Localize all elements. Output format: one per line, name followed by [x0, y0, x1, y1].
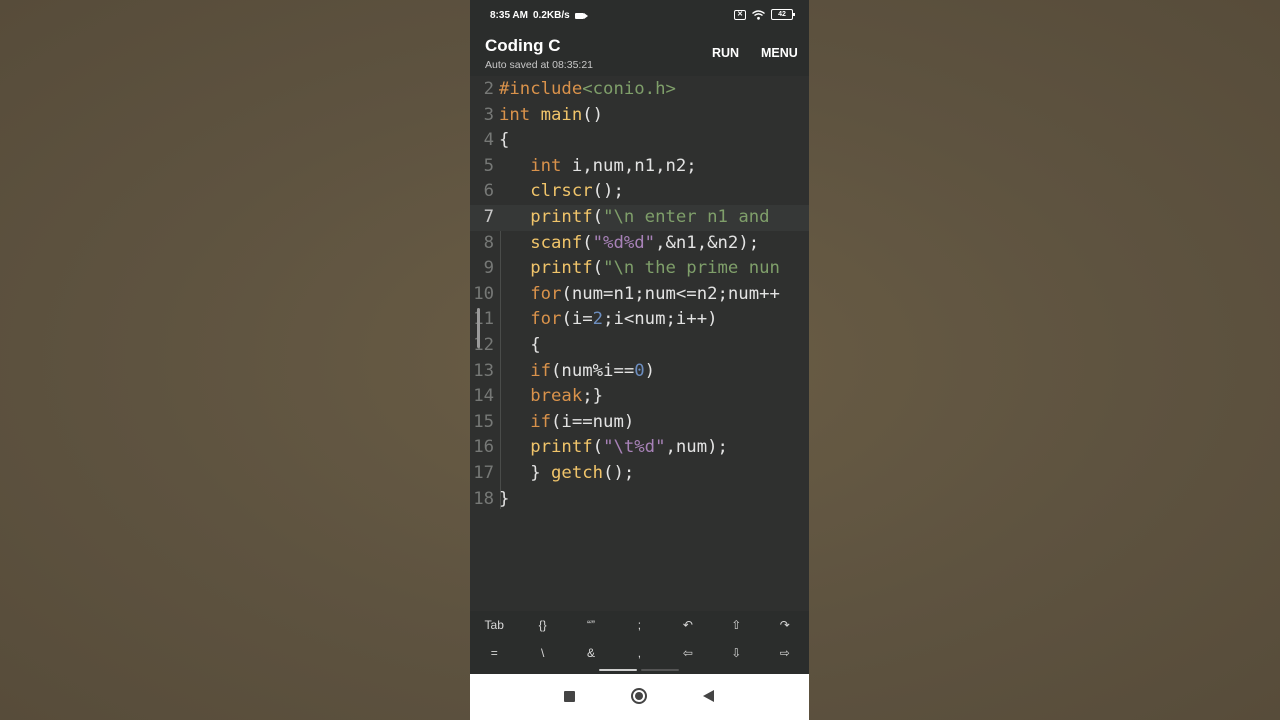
line-code[interactable]: }	[499, 487, 509, 513]
back-icon[interactable]	[703, 690, 714, 702]
symbol-keyboard: Tab{} “”; ↶ ⇧ ↷ = \ &, ⇦ ⇩ ⇨	[470, 611, 809, 674]
line-code[interactable]: if(num%i==0)	[499, 359, 655, 385]
code-line[interactable]: 13 if(num%i==0)	[470, 359, 809, 385]
line-code[interactable]: scanf("%d%d",&n1,&n2);	[499, 231, 759, 257]
page-indicator-active	[599, 669, 637, 671]
line-code[interactable]: if(i==num)	[499, 410, 634, 436]
symbol-key[interactable]: {}	[518, 611, 566, 639]
symbol-key[interactable]: ,	[615, 639, 663, 667]
status-time: 8:35 AM	[490, 10, 528, 21]
code-line[interactable]: 3 int main()	[470, 103, 809, 129]
recent-apps-icon[interactable]	[564, 691, 575, 702]
page-indicator	[641, 669, 679, 671]
symbol-key[interactable]: ⇦	[664, 639, 712, 667]
network-speed: 0.2KB/s	[532, 10, 570, 21]
code-line[interactable]: 15 if(i==num)	[470, 410, 809, 436]
app-title: Coding C	[485, 36, 561, 55]
sim-off-icon: ✕	[734, 9, 746, 20]
line-number: 3	[483, 104, 494, 125]
line-number: 18	[473, 488, 494, 509]
line-code[interactable]: printf("\n the prime nun	[499, 256, 780, 282]
line-number: 17	[473, 463, 494, 483]
code-line[interactable]: 4{	[470, 128, 809, 154]
camera-icon	[574, 12, 588, 19]
wifi-icon	[752, 9, 765, 20]
line-code[interactable]: int main()	[499, 103, 603, 129]
code-line[interactable]: 17 } getch();	[470, 461, 809, 487]
code-line[interactable]: 16 printf("\t%d",num);	[470, 435, 809, 461]
code-editor[interactable]: 2 #include<conio.h> 3 int main() 4{5 int i,n…	[470, 76, 809, 611]
line-number: 15	[473, 411, 494, 432]
code-line[interactable]: 18}	[470, 487, 809, 513]
code-line[interactable]: 6 clrscr();	[470, 179, 809, 205]
line-number: 5	[483, 155, 494, 176]
symbol-key[interactable]: =	[470, 639, 518, 667]
line-number: 4	[483, 130, 494, 151]
line-number: 2	[483, 79, 494, 99]
code-line[interactable]: 14 break;}	[470, 384, 809, 410]
symbol-key[interactable]: Tab	[470, 611, 518, 639]
line-number: 6	[483, 181, 494, 202]
line-code[interactable]: clrscr();	[499, 179, 624, 205]
navigation-bar	[470, 674, 809, 720]
home-icon[interactable]	[631, 688, 647, 704]
battery-icon: 42	[771, 9, 795, 20]
symbol-key[interactable]: “”	[567, 611, 615, 639]
code-line[interactable]: 2 #include<conio.h>	[470, 77, 809, 103]
run-button[interactable]: RUN	[712, 46, 739, 60]
code-line[interactable]: 9 printf("\n the prime nun	[470, 256, 809, 282]
phone-screen: 8:35 AM 0.2KB/s ✕ 42 Coding C Auto saved…	[470, 0, 809, 720]
code-line[interactable]: 5 int i,num,n1,n2;	[470, 154, 809, 180]
line-code[interactable]: printf("\n enter n1 and	[499, 205, 769, 231]
symbol-key[interactable]: ↷	[761, 611, 809, 639]
line-number: 12	[473, 335, 494, 355]
symbol-row-2: = \ &, ⇦ ⇩ ⇨	[470, 639, 809, 667]
line-code[interactable]: for(i=2;i<num;i++)	[499, 307, 717, 333]
line-number: 11	[473, 309, 494, 330]
menu-button[interactable]: MENU	[761, 46, 798, 60]
code-line[interactable]: 12 {	[470, 333, 809, 359]
line-number: 8	[483, 232, 494, 253]
line-code[interactable]: {	[499, 333, 540, 359]
line-code[interactable]: int i,num,n1,n2;	[499, 154, 696, 180]
line-code[interactable]: #include<conio.h>	[499, 77, 676, 103]
symbol-key[interactable]: ⇧	[712, 611, 760, 639]
code-line[interactable]: 7 printf("\n enter n1 and	[470, 205, 809, 231]
line-number: 13	[473, 360, 494, 381]
symbol-key[interactable]: &	[567, 639, 615, 667]
status-bar: 8:35 AM 0.2KB/s ✕ 42	[470, 0, 809, 32]
app-bar: Coding C Auto saved at 08:35:21 RUN MENU	[470, 32, 809, 76]
symbol-row-1: Tab{} “”; ↶ ⇧ ↷	[470, 611, 809, 639]
code-line[interactable]: 8 scanf("%d%d",&n1,&n2);	[470, 231, 809, 257]
line-number: 9	[483, 258, 494, 279]
code-line[interactable]: 10 for(num=n1;num<=n2;num++	[470, 282, 809, 308]
line-number: 16	[473, 437, 494, 458]
line-code[interactable]: } getch();	[499, 461, 634, 487]
line-number: 7	[483, 207, 494, 227]
line-code[interactable]: printf("\t%d",num);	[499, 435, 728, 461]
line-number: 10	[473, 283, 494, 304]
line-code[interactable]: for(num=n1;num<=n2;num++	[499, 282, 780, 308]
symbol-key[interactable]: ↶	[664, 611, 712, 639]
code-line[interactable]: 11 for(i=2;i<num;i++)	[470, 307, 809, 333]
autosave-status: Auto saved at 08:35:21	[485, 59, 593, 71]
symbol-key[interactable]: \	[518, 639, 566, 667]
scroll-handle[interactable]	[477, 308, 480, 348]
line-number: 14	[473, 386, 494, 407]
symbol-key[interactable]: ⇨	[761, 639, 809, 667]
line-code[interactable]: break;}	[499, 384, 603, 410]
symbol-key[interactable]: ⇩	[712, 639, 760, 667]
battery-level: 42	[778, 11, 786, 18]
symbol-key[interactable]: ;	[615, 611, 663, 639]
line-code[interactable]: {	[499, 128, 509, 154]
